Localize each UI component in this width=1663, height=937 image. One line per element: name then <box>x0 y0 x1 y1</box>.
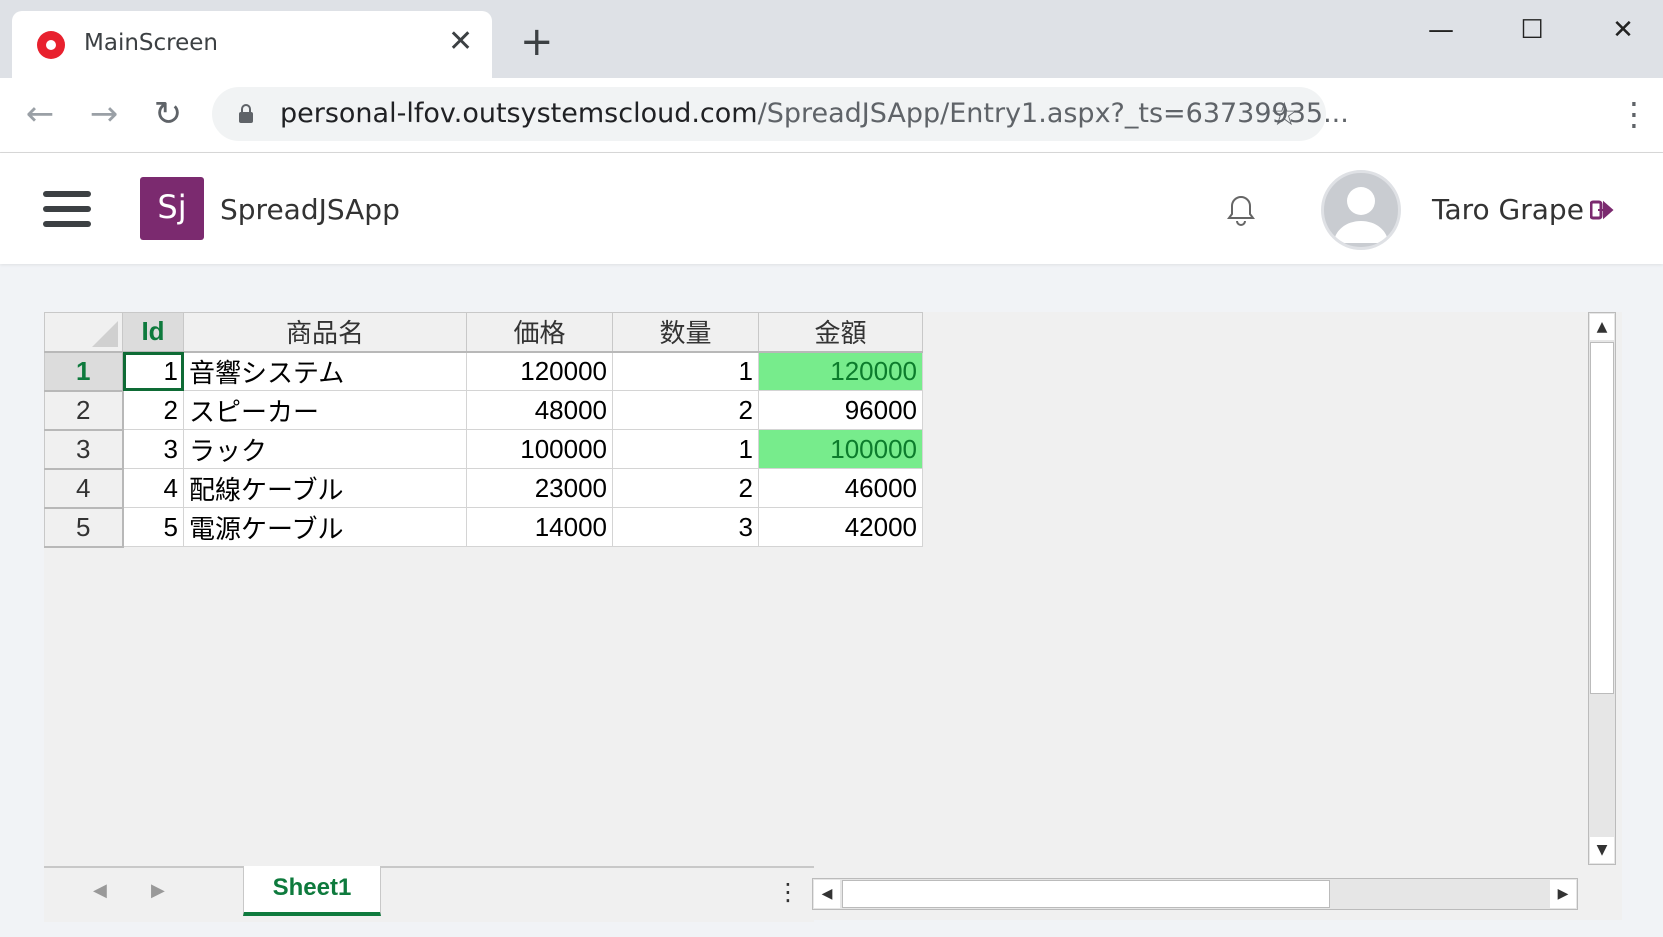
table-row: 5 5 電源ケーブル 14000 3 42000 <box>44 507 923 548</box>
sheet-tab[interactable]: Sheet1 <box>243 866 381 916</box>
reload-icon[interactable]: ↻ <box>146 92 190 136</box>
scroll-down-icon[interactable]: ▼ <box>1590 837 1614 863</box>
tab-favicon-icon <box>37 31 65 59</box>
more-vert-icon[interactable]: ⋮ <box>1618 94 1650 134</box>
lock-icon <box>239 104 253 123</box>
cell-id[interactable]: 2 <box>122 390 184 430</box>
column-header-amount[interactable]: 金額 <box>758 312 923 353</box>
cell-qty[interactable]: 2 <box>612 468 759 508</box>
cell-amount[interactable]: 42000 <box>758 507 923 547</box>
row-header[interactable]: 3 <box>44 429 124 470</box>
scroll-right-icon[interactable]: ▶ <box>1550 880 1576 908</box>
cell-id[interactable]: 4 <box>122 468 184 508</box>
tab-title: MainScreen <box>84 30 218 56</box>
column-header-id[interactable]: Id <box>122 312 184 353</box>
cell-name[interactable]: スピーカー <box>183 390 467 430</box>
hamburger-menu-icon[interactable] <box>43 191 93 227</box>
cell-amount[interactable]: 120000 <box>758 351 923 391</box>
table-row: 2 2 スピーカー 48000 2 96000 <box>44 390 923 431</box>
cell-price[interactable]: 100000 <box>466 429 613 469</box>
table-row: 3 3 ラック 100000 1 100000 <box>44 429 923 470</box>
cell-amount[interactable]: 46000 <box>758 468 923 508</box>
cell-price[interactable]: 48000 <box>466 390 613 430</box>
cell-name[interactable]: 電源ケーブル <box>183 507 467 547</box>
cell-qty[interactable]: 1 <box>612 429 759 469</box>
cell-price[interactable]: 120000 <box>466 351 613 391</box>
vertical-scroll-thumb[interactable] <box>1590 342 1614 694</box>
cell-id[interactable]: 1 <box>122 351 184 391</box>
row-header[interactable]: 5 <box>44 507 124 548</box>
cell-name[interactable]: 音響システム <box>183 351 467 391</box>
cell-amount[interactable]: 100000 <box>758 429 923 469</box>
user-silhouette-icon <box>1334 187 1388 243</box>
url-domain: personal-lfov.outsystemscloud.com <box>280 98 758 129</box>
scroll-up-icon[interactable]: ▲ <box>1590 314 1614 340</box>
cell-name[interactable]: ラック <box>183 429 467 469</box>
window-maximize-button[interactable]: ☐ <box>1507 10 1557 50</box>
table-row: 4 4 配線ケーブル 23000 2 46000 <box>44 468 923 509</box>
cell-name[interactable]: 配線ケーブル <box>183 468 467 508</box>
select-all-corner[interactable] <box>44 312 123 353</box>
cell-price[interactable]: 23000 <box>466 468 613 508</box>
new-tab-button[interactable]: + <box>520 22 554 62</box>
tab-strip-menu-icon[interactable]: ⋮ <box>776 880 800 904</box>
column-header-qty[interactable]: 数量 <box>612 312 759 353</box>
app-logo: Sj <box>140 177 204 240</box>
cell-qty[interactable]: 2 <box>612 390 759 430</box>
tab-close-icon[interactable]: ✕ <box>448 27 473 57</box>
cell-price[interactable]: 14000 <box>466 507 613 547</box>
row-header[interactable]: 2 <box>44 390 124 431</box>
column-header-row: Id 商品名 価格 数量 金額 <box>44 312 923 353</box>
back-arrow-icon[interactable]: ← <box>18 92 62 136</box>
bell-icon[interactable] <box>1226 194 1256 228</box>
avatar[interactable] <box>1321 170 1401 250</box>
cell-amount[interactable]: 96000 <box>758 390 923 430</box>
window-minimize-button[interactable]: — <box>1416 10 1466 50</box>
spreadsheet-grid[interactable]: Id 商品名 価格 数量 金額 1 1 音響システム 120000 1 1200… <box>44 312 923 548</box>
logout-icon[interactable] <box>1590 198 1616 222</box>
cell-qty[interactable]: 3 <box>612 507 759 547</box>
forward-arrow-icon[interactable]: → <box>82 92 126 136</box>
cell-qty[interactable]: 1 <box>612 351 759 391</box>
column-header-name[interactable]: 商品名 <box>183 312 467 353</box>
window-close-button[interactable]: ✕ <box>1598 10 1648 50</box>
sheet-next-icon[interactable]: ▶ <box>151 880 165 901</box>
column-header-price[interactable]: 価格 <box>466 312 613 353</box>
horizontal-scroll-thumb[interactable] <box>842 880 1330 908</box>
scroll-left-icon[interactable]: ◀ <box>814 880 840 908</box>
row-header[interactable]: 4 <box>44 468 124 509</box>
cell-id[interactable]: 5 <box>122 507 184 547</box>
star-icon[interactable]: ☆ <box>1270 94 1299 134</box>
url-path: /SpreadJSApp/Entry1.aspx?_ts=63739935... <box>757 98 1349 129</box>
cell-id[interactable]: 3 <box>122 429 184 469</box>
table-row: 1 1 音響システム 120000 1 120000 <box>44 351 923 392</box>
row-header[interactable]: 1 <box>44 351 124 392</box>
sheet-prev-icon[interactable]: ◀ <box>93 880 107 901</box>
app-name: SpreadJSApp <box>220 193 400 226</box>
url-text[interactable]: personal-lfov.outsystemscloud.com/Spread… <box>280 98 1349 129</box>
user-name[interactable]: Taro Grape <box>1432 193 1584 226</box>
